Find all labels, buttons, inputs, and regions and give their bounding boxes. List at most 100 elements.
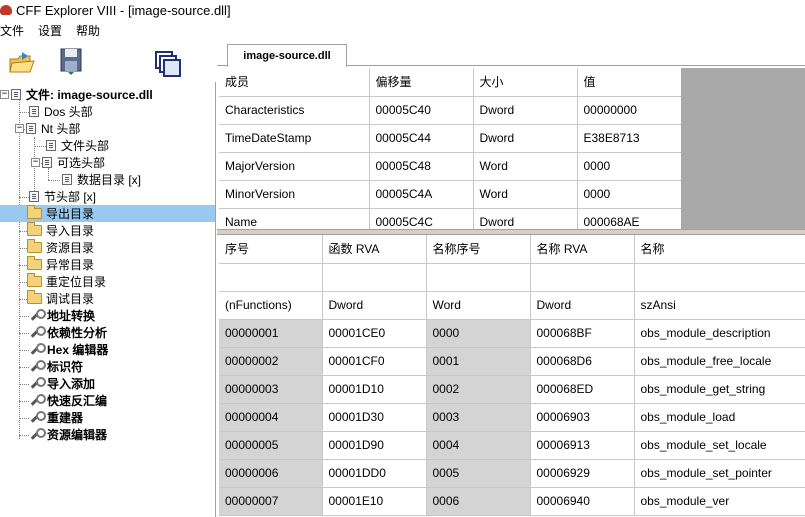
ordinal-cell[interactable]: 00000003 [219, 375, 323, 404]
offset-cell[interactable]: 00005C44 [369, 124, 474, 153]
table-row[interactable]: 00000004 00001D30 0003 00006903 obs_modu… [219, 403, 805, 432]
tree-item-dependency-walker[interactable]: 依赖性分析 [29, 324, 109, 341]
tree-item-rebuilder[interactable]: 重建器 [29, 409, 85, 426]
name-rva-cell[interactable]: 000068BF [530, 319, 635, 348]
table-row[interactable]: 00000001 00001CE0 0000 000068BF obs_modu… [219, 319, 805, 348]
tree-root-file[interactable]: − 文件: image-source.dll [0, 86, 155, 103]
table-row[interactable]: 00000003 00001D10 0002 000068ED obs_modu… [219, 375, 805, 404]
name-cell[interactable]: obs_module_ver [634, 487, 805, 516]
function-rva-cell[interactable]: 00001E10 [322, 487, 427, 516]
tab-image-source-dll[interactable]: image-source.dll [227, 44, 347, 67]
ordinal-cell[interactable]: 00000006 [219, 459, 323, 488]
size-cell[interactable]: Word [473, 152, 578, 181]
size-cell[interactable]: Dword [473, 96, 578, 125]
member-cell[interactable]: Characteristics [219, 96, 370, 125]
collapse-icon[interactable]: − [15, 124, 24, 133]
member-cell[interactable]: TimeDateStamp [219, 124, 370, 153]
table-row[interactable]: Characteristics 00005C40 Dword 00000000 [219, 96, 681, 125]
table-row[interactable]: 00000007 00001E10 0006 00006940 obs_modu… [219, 487, 805, 516]
name-ordinal-cell[interactable]: 0004 [426, 431, 531, 460]
menu-help[interactable]: 帮助 [76, 22, 100, 39]
tree-item-dos-header[interactable]: Dos 头部 [29, 103, 95, 120]
column-header[interactable]: 序号 [219, 235, 323, 264]
tree-item-file-header[interactable]: 文件头部 [46, 137, 111, 154]
name-cell[interactable]: obs_module_set_locale [634, 431, 805, 460]
function-rva-cell[interactable]: 00001CE0 [322, 319, 427, 348]
name-ordinal-cell[interactable]: 0002 [426, 375, 531, 404]
tree-item-relocation-directory[interactable]: 重定位目录 [27, 273, 108, 290]
tree-item-debug-directory[interactable]: 调试目录 [27, 290, 96, 307]
name-rva-cell[interactable]: 00006903 [530, 403, 635, 432]
name-cell[interactable]: obs_module_set_pointer [634, 459, 805, 488]
table-row[interactable]: TimeDateStamp 00005C44 Dword E38E8713 [219, 124, 681, 153]
tree-item-export-directory[interactable]: 导出目录 [0, 205, 215, 222]
save-disk-icon[interactable] [58, 46, 84, 76]
table-row[interactable]: 00000005 00001D90 0004 00006913 obs_modu… [219, 431, 805, 460]
tree-item-optional-header[interactable]: − 可选头部 [31, 154, 107, 171]
table-row[interactable]: Name 00005C4C Dword 000068AE [219, 208, 681, 229]
tree-item-data-directories[interactable]: 数据目录 [x] [62, 171, 143, 188]
member-cell[interactable]: MinorVersion [219, 180, 370, 209]
function-rva-cell[interactable]: 00001CF0 [322, 347, 427, 376]
ordinal-cell[interactable]: 00000004 [219, 403, 323, 432]
name-ordinal-cell[interactable]: 0003 [426, 403, 531, 432]
name-rva-cell[interactable]: 00006929 [530, 459, 635, 488]
ordinal-cell[interactable]: 00000007 [219, 487, 323, 516]
ordinal-cell[interactable]: 00000002 [219, 347, 323, 376]
tree-item-identifier[interactable]: 标识符 [29, 358, 85, 375]
function-rva-cell[interactable]: 00001D10 [322, 375, 427, 404]
column-header[interactable]: 名称 [634, 235, 805, 264]
size-cell[interactable]: Word [473, 180, 578, 209]
member-cell[interactable]: MajorVersion [219, 152, 370, 181]
tree-item-resource-directory[interactable]: 资源目录 [27, 239, 96, 256]
column-header[interactable]: 大小 [473, 68, 578, 97]
ordinal-cell[interactable]: 00000005 [219, 431, 323, 460]
function-rva-cell[interactable]: 00001D90 [322, 431, 427, 460]
tree-item-nt-header[interactable]: − Nt 头部 [15, 120, 82, 137]
value-cell[interactable]: 00000000 [577, 96, 681, 125]
name-ordinal-cell[interactable]: 0005 [426, 459, 531, 488]
menu-settings[interactable]: 设置 [38, 22, 62, 39]
column-header[interactable]: 值 [577, 68, 681, 97]
name-ordinal-cell[interactable]: 0001 [426, 347, 531, 376]
offset-cell[interactable]: 00005C4C [369, 208, 474, 229]
size-cell[interactable]: Dword [473, 208, 578, 229]
ordinal-cell[interactable]: 00000001 [219, 319, 323, 348]
name-rva-cell[interactable]: 000068ED [530, 375, 635, 404]
tree-item-section-headers[interactable]: 节头部 [x] [29, 188, 98, 205]
name-cell[interactable]: obs_module_description [634, 319, 805, 348]
menu-file[interactable]: 文件 [0, 22, 24, 39]
name-ordinal-cell[interactable]: 0006 [426, 487, 531, 516]
column-header[interactable]: 名称序号 [426, 235, 531, 264]
collapse-icon[interactable]: − [0, 90, 9, 99]
name-rva-cell[interactable]: 00006940 [530, 487, 635, 516]
tree-item-address-converter[interactable]: 地址转换 [29, 307, 97, 324]
column-header[interactable]: 偏移量 [369, 68, 474, 97]
table-row[interactable]: MajorVersion 00005C48 Word 0000 [219, 152, 681, 181]
offset-cell[interactable]: 00005C48 [369, 152, 474, 181]
open-folder-icon[interactable] [8, 50, 36, 76]
name-cell[interactable]: obs_module_load [634, 403, 805, 432]
offset-cell[interactable]: 00005C4A [369, 180, 474, 209]
table-row[interactable]: 00000006 00001DD0 0005 00006929 obs_modu… [219, 459, 805, 488]
value-cell[interactable]: 0000 [577, 180, 681, 209]
value-cell[interactable]: E38E8713 [577, 124, 681, 153]
member-cell[interactable]: Name [219, 208, 370, 229]
value-cell[interactable]: 0000 [577, 152, 681, 181]
collapse-icon[interactable]: − [31, 158, 40, 167]
tree-item-exception-directory[interactable]: 异常目录 [27, 256, 96, 273]
windows-icon[interactable] [154, 48, 182, 78]
name-rva-cell[interactable]: 000068D6 [530, 347, 635, 376]
function-rva-cell[interactable]: 00001DD0 [322, 459, 427, 488]
table-row[interactable]: MinorVersion 00005C4A Word 0000 [219, 180, 681, 209]
column-header[interactable]: 函数 RVA [322, 235, 427, 264]
name-cell[interactable]: obs_module_get_string [634, 375, 805, 404]
tree-item-quick-disassembler[interactable]: 快速反汇编 [29, 392, 109, 409]
name-rva-cell[interactable]: 00006913 [530, 431, 635, 460]
column-header[interactable]: 名称 RVA [530, 235, 635, 264]
column-header[interactable]: 成员 [219, 68, 370, 97]
value-cell[interactable]: 000068AE [577, 208, 681, 229]
table-row[interactable]: 00000002 00001CF0 0001 000068D6 obs_modu… [219, 347, 805, 376]
tree-item-resource-editor[interactable]: 资源编辑器 [29, 426, 109, 443]
name-cell[interactable]: obs_module_free_locale [634, 347, 805, 376]
